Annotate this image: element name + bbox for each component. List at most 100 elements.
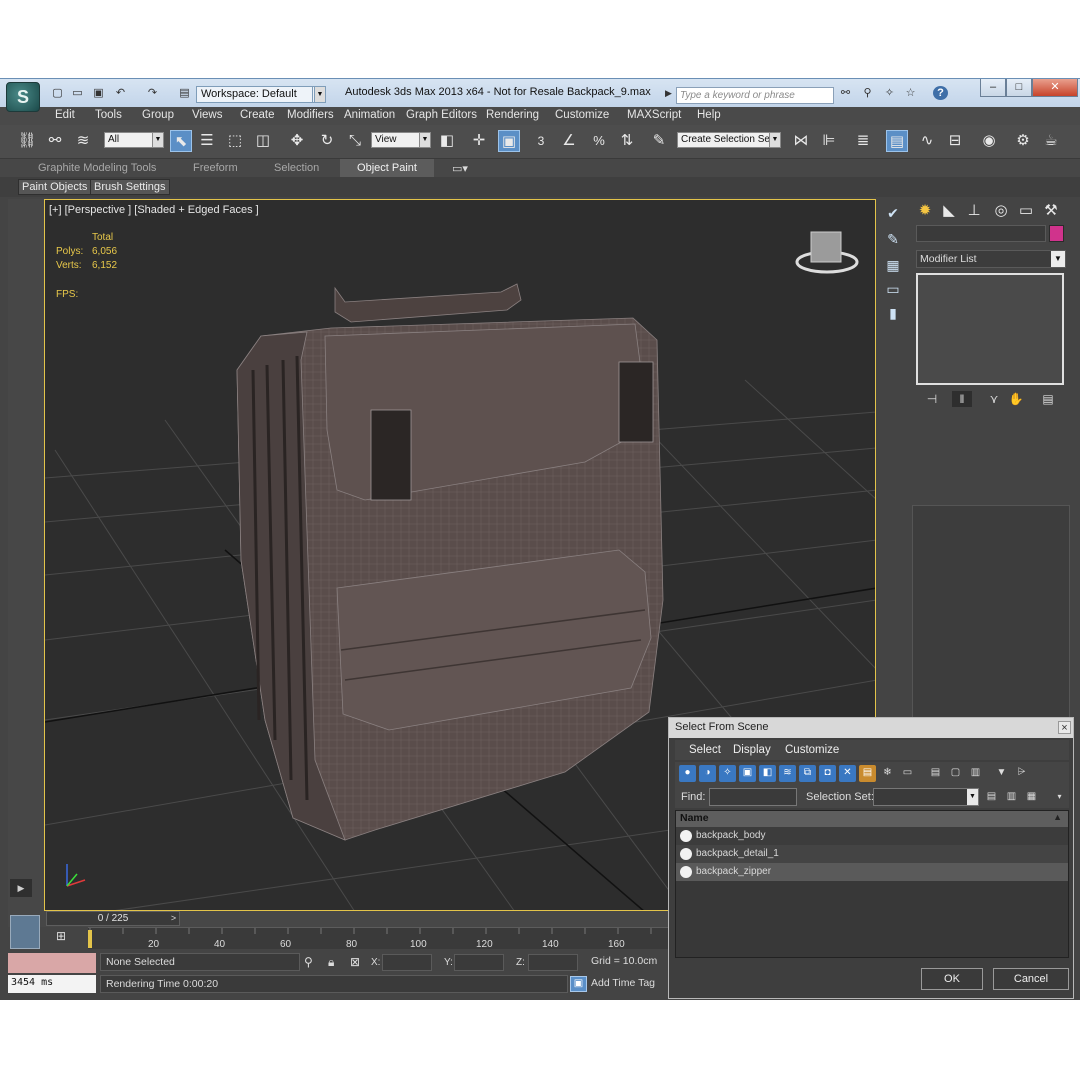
select-object-icon[interactable]: ⬉ (170, 130, 192, 152)
menu-edit[interactable]: Edit (55, 109, 75, 121)
select-and-scale-icon[interactable]: ⤡ (344, 130, 366, 152)
select-by-name-icon[interactable]: ☰ (196, 130, 218, 152)
display-containers-icon[interactable]: ▤ (859, 765, 876, 782)
menu-create[interactable]: Create (240, 109, 275, 121)
object-name-field[interactable] (916, 225, 1046, 242)
menu-customize[interactable]: Customize (555, 109, 609, 121)
menu-animation[interactable]: Animation (344, 109, 395, 121)
display-tab-icon[interactable]: ▭ (1015, 200, 1037, 222)
time-tag-icon[interactable]: ▣ (570, 976, 587, 992)
modifier-stack[interactable] (916, 273, 1064, 385)
display-bones-icon[interactable]: ✕ (839, 765, 856, 782)
play-icon[interactable]: ▶ (10, 879, 32, 897)
show-end-result-icon[interactable]: ‖ (952, 391, 972, 407)
display-xrefs-icon[interactable]: ◘ (819, 765, 836, 782)
delete-set-icon[interactable]: ▦ (1023, 789, 1040, 806)
menu-group[interactable]: Group (142, 109, 174, 121)
workspace-menu-button[interactable]: ▼ (314, 86, 326, 103)
pin-stack-icon[interactable]: ⊣ (922, 391, 942, 407)
angle-snap-icon[interactable]: ∠ (558, 130, 580, 152)
list-item[interactable]: backpack_body (676, 827, 1068, 845)
material-editor-icon[interactable]: ◉ (978, 130, 1000, 152)
hold-icon[interactable]: ▤ (177, 86, 192, 100)
hierarchy-tab-icon[interactable]: ⊥ (963, 200, 985, 222)
viewport-label[interactable]: [+] [Perspective ] [Shaded + Edged Faces… (49, 204, 259, 216)
menu-help[interactable]: Help (697, 109, 721, 121)
y-coordinate-field[interactable] (454, 954, 504, 971)
column-header-name[interactable]: Name ▲ (676, 811, 1068, 827)
unlink-icon[interactable]: ⚯ (44, 130, 66, 152)
minimize-button[interactable]: – (980, 79, 1006, 97)
select-and-manipulate-icon[interactable]: ✛ (468, 130, 490, 152)
select-all-icon[interactable]: ▤ (927, 765, 944, 782)
communication-icon[interactable]: ✧ (882, 86, 897, 100)
track-bar-icon[interactable]: ⊞ (48, 929, 74, 949)
make-unique-icon[interactable]: ⋎ (984, 391, 1004, 407)
selection-filter-dropdown[interactable]: All ▼ (104, 132, 164, 148)
binoculars-icon[interactable]: ⚯ (838, 86, 853, 100)
app-logo-icon[interactable]: S (6, 82, 40, 112)
isolate-selection-icon[interactable]: ⚲ (304, 955, 313, 969)
align-icon[interactable]: ⊫ (818, 130, 840, 152)
rectangular-selection-icon[interactable]: ⬚ (224, 130, 246, 152)
redo-icon[interactable]: ↷ (145, 86, 160, 100)
maxscript-listener[interactable] (8, 953, 96, 973)
percent-snap-icon[interactable]: % (588, 130, 610, 152)
selection-set-dropdown[interactable]: ▼ (873, 788, 979, 806)
cancel-button[interactable]: Cancel (993, 968, 1069, 990)
keyboard-shortcut-override-icon[interactable]: ▣ (498, 130, 520, 152)
chevron-right-icon[interactable]: ▶ (665, 88, 672, 99)
menu-graph-editors[interactable]: Graph Editors (406, 109, 477, 121)
spinner-snap-icon[interactable]: ⇅ (616, 130, 638, 152)
modifier-list-dropdown[interactable]: Modifier List ▼ (916, 250, 1066, 268)
display-frozen-icon[interactable]: ❄ (879, 765, 896, 782)
display-helpers-icon[interactable]: ◧ (759, 765, 776, 782)
modify-tab-icon[interactable]: ◣ (938, 200, 960, 222)
tab-freeform[interactable]: Freeform (193, 162, 238, 174)
snaps-toggle-icon[interactable]: 3 (530, 130, 552, 152)
render-preview-icon[interactable]: ▦ (880, 253, 906, 277)
workspace-dropdown[interactable]: Workspace: Default ▼ (196, 86, 326, 103)
configure-modifier-sets-icon[interactable]: ▤ (1038, 391, 1058, 407)
favorites-star-icon[interactable]: ☆ (903, 86, 918, 100)
window-crossing-icon[interactable]: ◫ (252, 130, 274, 152)
select-and-link-icon[interactable]: ⛓ (16, 130, 38, 152)
filter-options-icon[interactable]: ⩥ (1013, 765, 1030, 782)
select-and-move-icon[interactable]: ✥ (286, 130, 308, 152)
close-button[interactable]: ✕ (1032, 79, 1078, 97)
edit-named-selection-icon[interactable]: ✎ (648, 130, 670, 152)
curve-editor-icon[interactable]: ∿ (916, 130, 938, 152)
schematic-view-icon[interactable]: ⊟ (944, 130, 966, 152)
new-file-icon[interactable]: ▢ (50, 86, 65, 100)
dialog-menu-select[interactable]: Select (689, 744, 721, 756)
graphite-toggle-icon[interactable]: ▤ (886, 130, 908, 152)
mirror-icon[interactable]: ⋈ (790, 130, 812, 152)
add-time-tag-button[interactable]: Add Time Tag (591, 977, 655, 989)
use-pivot-center-icon[interactable]: ◧ (436, 130, 458, 152)
display-hidden-icon[interactable]: ▭ (899, 765, 916, 782)
ok-button[interactable]: OK (921, 968, 983, 990)
save-file-icon[interactable]: ▣ (91, 86, 106, 100)
select-none-icon[interactable]: ▢ (947, 765, 964, 782)
menu-tools[interactable]: Tools (95, 109, 122, 121)
track-bar[interactable] (88, 927, 668, 949)
selection-lock-icon[interactable]: 🔒︎ (328, 955, 334, 970)
motion-tab-icon[interactable]: ◎ (990, 200, 1012, 222)
named-selection-sets-dropdown[interactable]: Create Selection Se ▼ (677, 132, 781, 148)
layer-manager-icon[interactable]: ≣ (852, 130, 874, 152)
display-groups-icon[interactable]: ⧉ (799, 765, 816, 782)
viewport-layout-icon[interactable] (10, 915, 40, 949)
remove-modifier-icon[interactable]: ✋ (1006, 391, 1026, 407)
render-setup-icon[interactable]: ⚙ (1012, 130, 1034, 152)
menu-rendering[interactable]: Rendering (486, 109, 539, 121)
display-shapes-icon[interactable]: ◑ (699, 765, 716, 782)
x-coordinate-field[interactable] (382, 954, 432, 971)
absolute-mode-icon[interactable]: ⊠ (350, 955, 360, 969)
dialog-menu-customize[interactable]: Customize (785, 744, 839, 756)
find-input[interactable] (709, 788, 797, 806)
search-input[interactable]: Type a keyword or phrase (676, 87, 834, 104)
select-and-rotate-icon[interactable]: ↻ (316, 130, 338, 152)
bind-space-warp-icon[interactable]: ≋ (72, 130, 94, 152)
display-geometry-icon[interactable]: ● (679, 765, 696, 782)
list-item[interactable]: backpack_detail_1 (676, 845, 1068, 863)
